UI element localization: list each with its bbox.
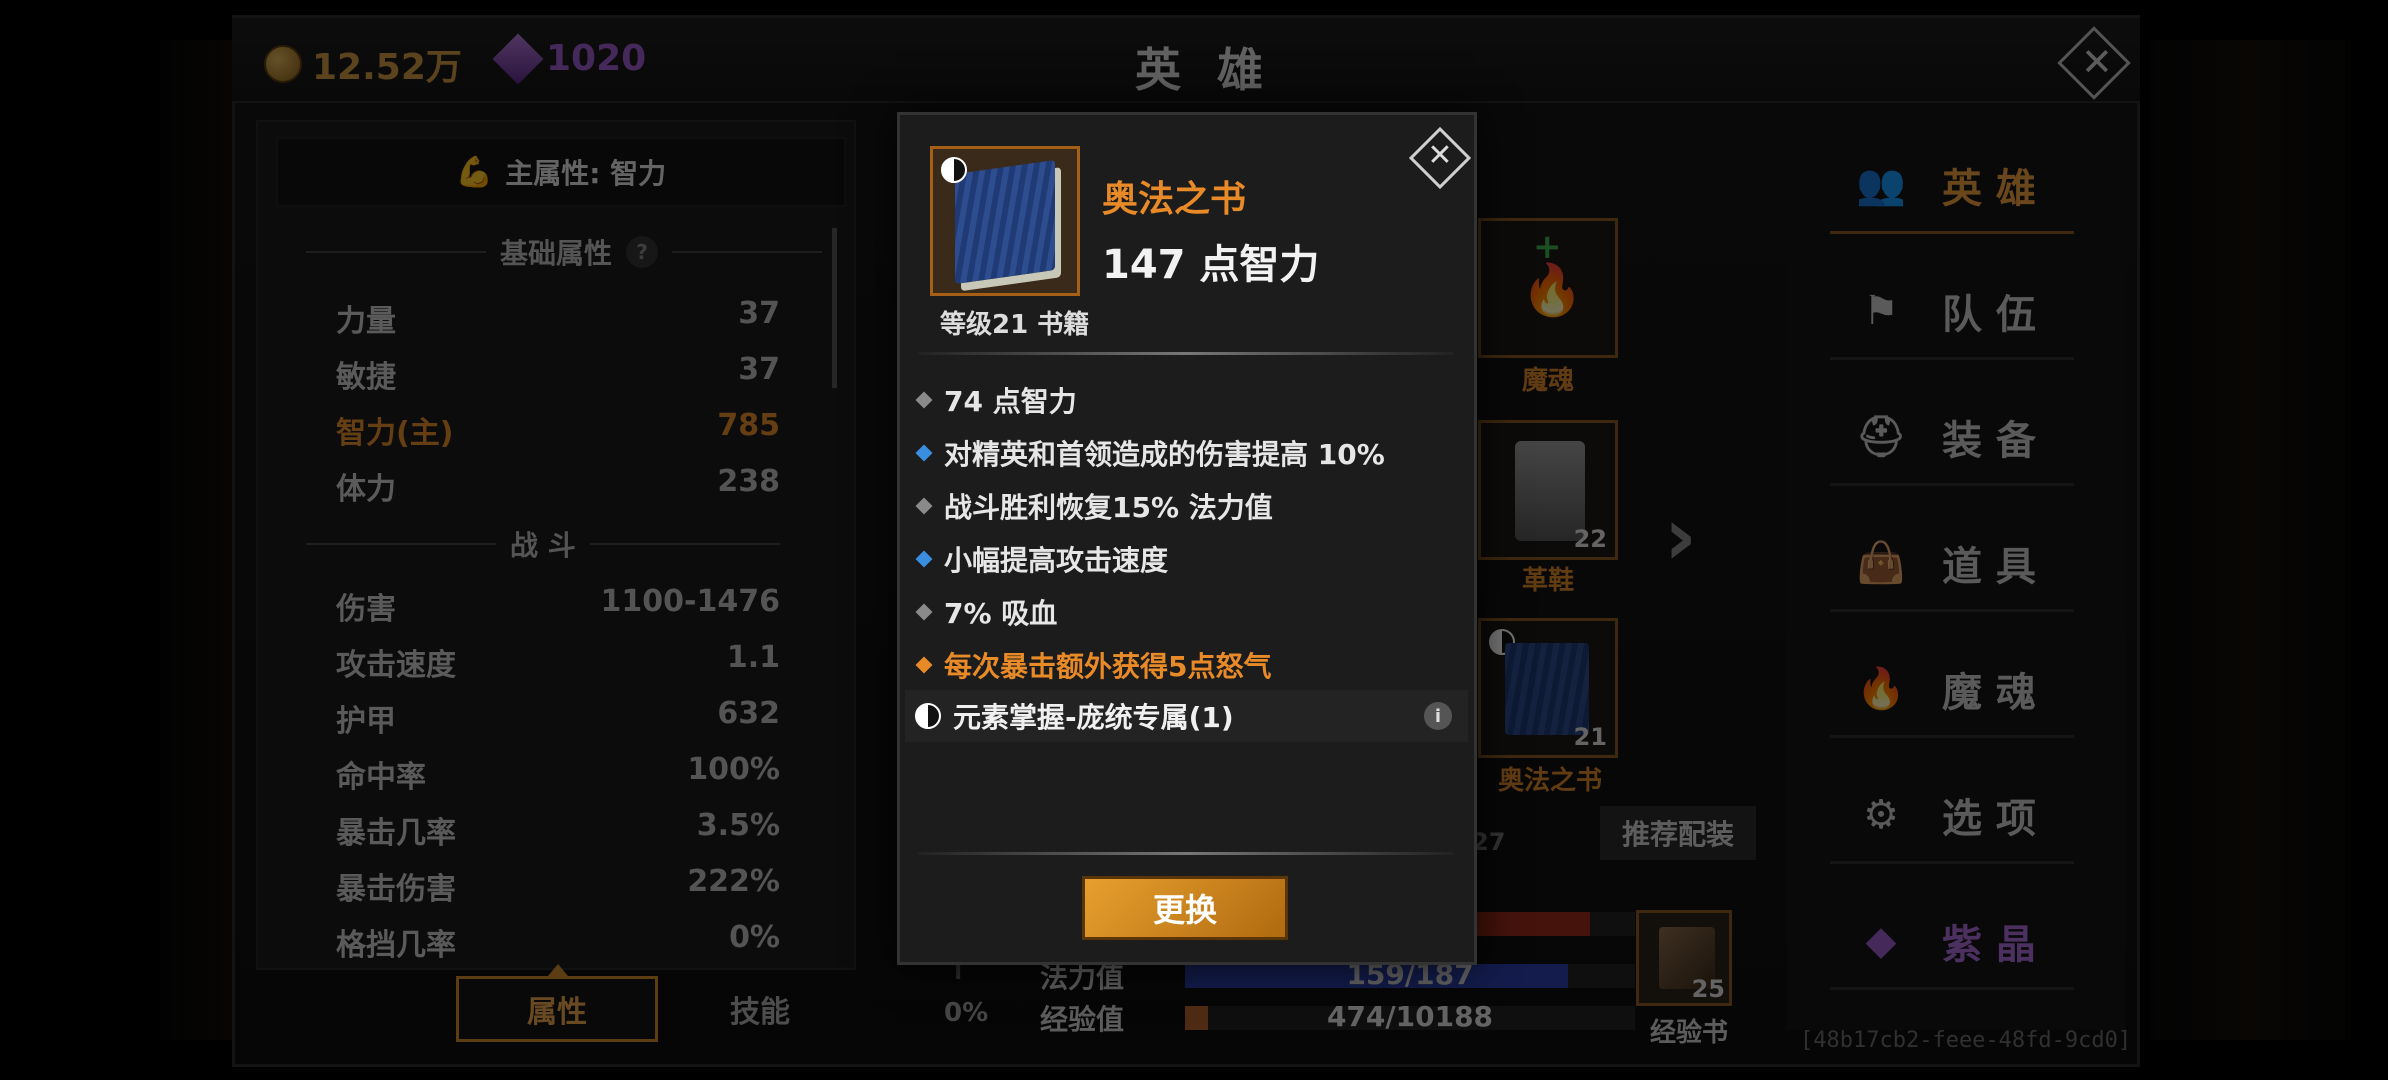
- tab-skills[interactable]: 技能: [690, 976, 830, 1042]
- book-level: 21: [1573, 723, 1607, 751]
- equip-slot-book[interactable]: 21: [1478, 618, 1618, 758]
- equip-slot-boots-label: 革鞋: [1521, 566, 1574, 596]
- basic-stats-header: 基础属性 ?: [306, 232, 823, 272]
- flag-icon: ⚑: [1863, 287, 1899, 334]
- set-bonus-label: 元素掌握-庞统专属(1): [953, 701, 1234, 734]
- item-main-stat: 147 点智力: [1102, 242, 1320, 288]
- tab-attributes[interactable]: 属性: [456, 976, 658, 1042]
- stat-row-intelligence: 智力(主) 785: [336, 408, 780, 451]
- diamond-bullet-icon: [915, 656, 933, 674]
- affix-row: 7% 吸血: [915, 592, 1057, 632]
- equip-slot-book-label: 奥法之书: [1497, 766, 1602, 796]
- affix-row: 对精英和首领造成的伤害提高 10%: [915, 433, 1385, 473]
- stat-row-damage: 伤害 1100-1476: [336, 584, 780, 627]
- diamond-bullet-icon: [915, 603, 933, 621]
- nav-soul[interactable]: 🔥 魔 魂: [1830, 642, 2074, 738]
- flame-silhouette-icon: 🔥: [1521, 261, 1584, 319]
- exp-bar: 474/10188: [1185, 1000, 1635, 1033]
- set-bonus-row[interactable]: 元素掌握-庞统专属(1) i: [905, 690, 1468, 742]
- close-icon: ✕: [1427, 138, 1453, 173]
- exp-book-item[interactable]: 25: [1636, 910, 1732, 1006]
- crystal-icon: ◆: [1865, 917, 1897, 964]
- affix-row: 小幅提高攻击速度: [915, 539, 1168, 579]
- background-right: [2150, 40, 2350, 1040]
- diamond-bullet-icon: [915, 444, 933, 462]
- stats-scrollbar[interactable]: [832, 228, 837, 388]
- gear-icon: ⚙: [1863, 791, 1899, 838]
- background-left: [160, 40, 240, 1040]
- hero-id: [48b17cb2-feee-48fd-9cd0]: [1800, 1028, 2132, 1053]
- gem-amount: 1020: [546, 38, 647, 79]
- boots-level: 22: [1573, 525, 1607, 553]
- main-attribute-banner: 💪 主属性: 智力: [276, 137, 846, 207]
- chevron-right-icon[interactable]: ›: [1664, 490, 1697, 583]
- affix-row-special: 每次暴击额外获得5点怒气: [915, 645, 1271, 685]
- nav-options[interactable]: ⚙ 选 项: [1830, 768, 2074, 864]
- exp-book-label: 经验书: [1650, 1018, 1729, 1048]
- book-icon: [1505, 643, 1589, 735]
- nav-team[interactable]: ⚑ 队 伍: [1830, 264, 2074, 360]
- item-name: 奥法之书: [1102, 179, 1247, 220]
- nav-equipment[interactable]: ⛑ 装 备: [1830, 390, 2074, 486]
- divider-bottom: [918, 852, 1454, 855]
- stat-row-hit-rate: 命中率 100%: [336, 752, 780, 795]
- flame-icon: 🔥: [1856, 666, 1906, 712]
- help-icon[interactable]: ?: [626, 236, 659, 268]
- equip-slot-boots[interactable]: 22: [1478, 420, 1618, 560]
- stat-row-attack-speed: 攻击速度 1.1: [336, 640, 780, 683]
- nav-hero[interactable]: 👥 英 雄: [1830, 138, 2074, 234]
- divider-top: [918, 352, 1454, 355]
- stat-row-stamina: 体力 238: [336, 464, 780, 507]
- main-attribute-label: 主属性: 智力: [505, 157, 667, 190]
- yin-yang-icon: [915, 703, 941, 729]
- page-title: 英 雄: [1135, 43, 1274, 97]
- helmet-icon: ⛑: [1855, 414, 1907, 460]
- equip-slot-soul[interactable]: + 🔥: [1478, 218, 1618, 358]
- users-icon: 👥: [1856, 162, 1906, 208]
- replace-button[interactable]: 更换: [1082, 876, 1288, 940]
- affix-row: 战斗胜利恢复15% 法力值: [915, 486, 1273, 526]
- bag-icon: 👜: [1856, 540, 1906, 586]
- stat-row-crit-damage: 暴击伤害 222%: [336, 864, 780, 907]
- combat-stats-header: 战 斗: [306, 524, 780, 564]
- gold-amount: 12.52万: [312, 47, 462, 88]
- equip-slot-soul-label: 魔魂: [1521, 366, 1574, 396]
- tab-pointer: [548, 964, 568, 976]
- item-level-type: 等级21 书籍: [940, 310, 1090, 340]
- set-yin-yang-icon: [941, 157, 967, 183]
- flex-arm-icon: 💪: [455, 154, 494, 190]
- diamond-bullet-icon: [915, 497, 933, 515]
- gem-display: 1020: [492, 33, 647, 84]
- item-icon-frame: [930, 146, 1080, 296]
- partial-stat-value: 27: [1472, 828, 1506, 856]
- stat-row-armor: 护甲 632: [336, 696, 780, 739]
- mana-bar: 159/187: [1185, 958, 1635, 991]
- stat-row-strength: 力量 37: [336, 296, 780, 339]
- book-icon: [955, 159, 1055, 285]
- nav-items[interactable]: 👜 道 具: [1830, 516, 2074, 612]
- exp-bar-row: 经验值 474/10188: [1040, 998, 1635, 1038]
- stat-row-agility: 敏捷 37: [336, 352, 780, 395]
- diamond-bullet-icon: [915, 550, 933, 568]
- gem-icon: [492, 33, 544, 84]
- stat-row-block-chance: 格挡几率 0%: [336, 920, 780, 963]
- affix-row: 74 点智力: [915, 380, 1077, 420]
- exp-book-count: 25: [1691, 975, 1725, 1003]
- recommend-loadout-button[interactable]: 推荐配装: [1600, 806, 1756, 860]
- diamond-bullet-icon: [915, 391, 933, 409]
- gold-coin-icon: [264, 45, 302, 83]
- stat-row-crit-chance: 暴击几率 3.5%: [336, 808, 780, 851]
- nav-amethyst[interactable]: ◆ 紫 晶: [1830, 894, 2074, 990]
- zero-percent: 0%: [944, 998, 989, 1028]
- close-icon: ✕: [2081, 40, 2113, 84]
- info-icon[interactable]: i: [1424, 702, 1452, 730]
- gold-display: 12.52万: [264, 38, 462, 90]
